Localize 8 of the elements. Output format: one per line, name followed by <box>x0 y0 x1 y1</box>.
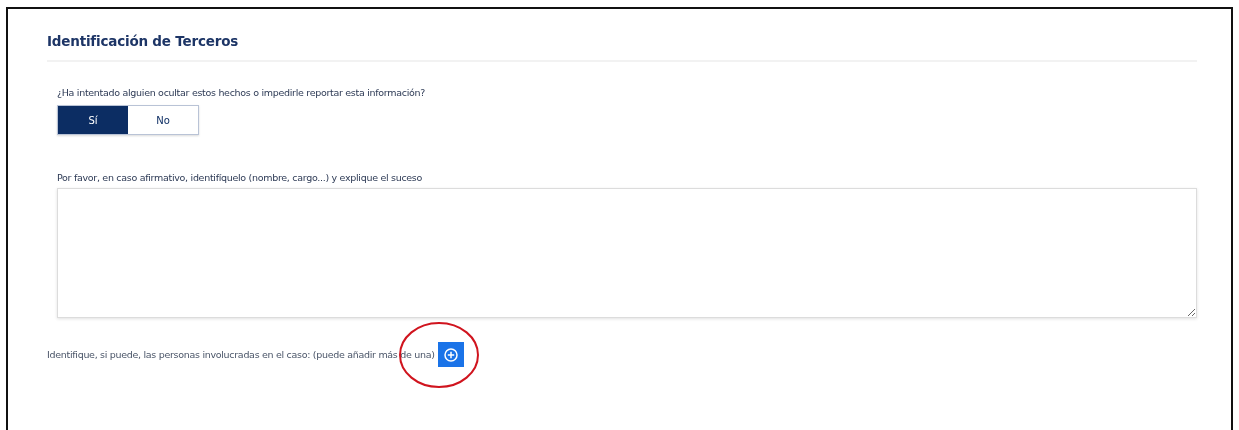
people-label: Identifique, si puede, las personas involucradas en el caso: (puede añadir más de una) <box>47 349 435 360</box>
section-title: Identificación de Terceros <box>47 33 240 49</box>
toggle-option[interactable]: No <box>128 106 198 134</box>
plus-circle-icon <box>443 347 458 362</box>
details-label: Por favor, en caso afirmativo, identifíquelo (nombre, cargo...) y explique el suceso <box>57 172 423 183</box>
question-label: ¿Ha intentado alguien ocultar estos hechos o impedirle reportar esta información? <box>57 87 426 98</box>
add-button[interactable] <box>437 342 464 367</box>
toggle-option[interactable]: Sí <box>58 106 128 134</box>
